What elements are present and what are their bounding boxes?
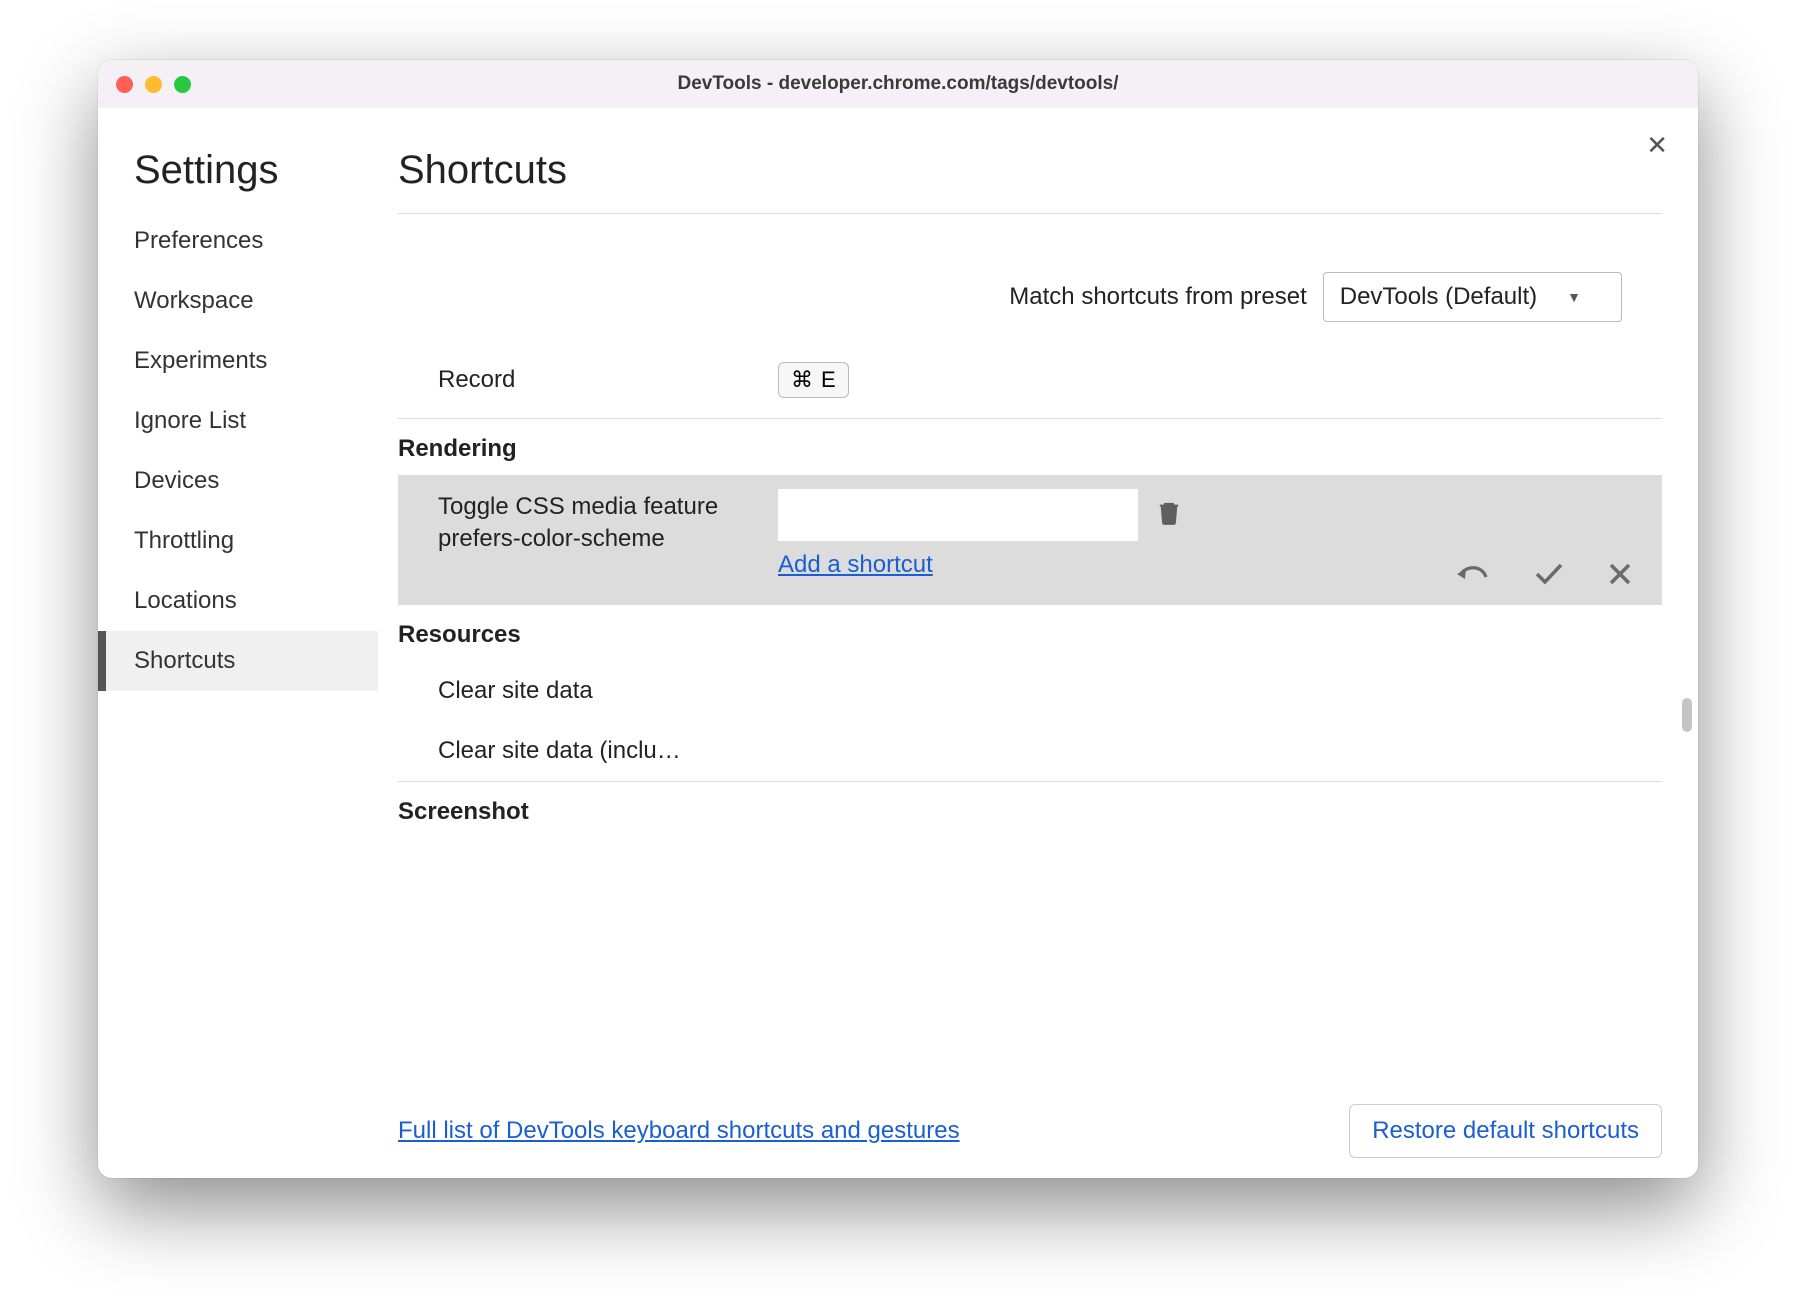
shortcut-edit-row: Toggle CSS media feature prefers-color-s… bbox=[398, 475, 1662, 605]
preset-row: Match shortcuts from preset DevTools (De… bbox=[398, 214, 1662, 362]
shortcut-key: E bbox=[821, 367, 836, 393]
sidebar-item-ignore-list[interactable]: Ignore List bbox=[98, 391, 378, 451]
shortcut-input-area: Add a shortcut bbox=[778, 489, 1138, 579]
check-icon bbox=[1534, 562, 1564, 586]
sidebar-item-devices[interactable]: Devices bbox=[98, 451, 378, 511]
shortcut-input[interactable] bbox=[778, 489, 1138, 541]
preset-select[interactable]: DevTools (Default) ▼ bbox=[1323, 272, 1622, 322]
sidebar-item-experiments[interactable]: Experiments bbox=[98, 331, 378, 391]
settings-sidebar: Settings Preferences Workspace Experimen… bbox=[98, 108, 378, 1178]
preset-value: DevTools (Default) bbox=[1340, 283, 1537, 311]
confirm-button[interactable] bbox=[1534, 562, 1564, 586]
undo-button[interactable] bbox=[1456, 561, 1490, 587]
scrollbar-thumb[interactable] bbox=[1682, 698, 1692, 732]
sidebar-item-shortcuts[interactable]: Shortcuts bbox=[98, 631, 378, 691]
chevron-down-icon: ▼ bbox=[1567, 289, 1581, 305]
close-icon bbox=[1608, 562, 1632, 586]
record-row: Record ⌘ E bbox=[398, 362, 1662, 419]
settings-heading: Settings bbox=[98, 148, 378, 211]
preset-label: Match shortcuts from preset bbox=[1009, 283, 1306, 311]
undo-icon bbox=[1456, 561, 1490, 587]
shortcut-action-label: Toggle CSS media feature prefers-color-s… bbox=[438, 489, 778, 556]
cancel-button[interactable] bbox=[1608, 562, 1632, 586]
trash-icon bbox=[1158, 499, 1180, 525]
titlebar: DevTools - developer.chrome.com/tags/dev… bbox=[98, 60, 1698, 108]
window-zoom-button[interactable] bbox=[174, 76, 191, 93]
edit-row-actions bbox=[1456, 561, 1632, 587]
page-title: Shortcuts bbox=[398, 148, 1662, 214]
shortcut-modifier: ⌘ bbox=[791, 367, 813, 393]
traffic-lights bbox=[116, 76, 191, 93]
settings-main: Shortcuts Match shortcuts from preset De… bbox=[378, 108, 1698, 1178]
devtools-window: DevTools - developer.chrome.com/tags/dev… bbox=[98, 60, 1698, 1178]
app-body: ✕ Settings Preferences Workspace Experim… bbox=[98, 108, 1698, 1178]
restore-defaults-button[interactable]: Restore default shortcuts bbox=[1349, 1104, 1662, 1158]
window-minimize-button[interactable] bbox=[145, 76, 162, 93]
sidebar-item-locations[interactable]: Locations bbox=[98, 571, 378, 631]
section-resources-title: Resources bbox=[398, 605, 1662, 661]
sidebar-item-preferences[interactable]: Preferences bbox=[98, 211, 378, 271]
record-label: Record bbox=[438, 366, 778, 394]
add-shortcut-link[interactable]: Add a shortcut bbox=[778, 551, 933, 579]
section-screenshot-title: Screenshot bbox=[398, 782, 1662, 838]
full-shortcuts-link[interactable]: Full list of DevTools keyboard shortcuts… bbox=[398, 1117, 960, 1145]
window-title: DevTools - developer.chrome.com/tags/dev… bbox=[98, 73, 1698, 95]
sidebar-item-workspace[interactable]: Workspace bbox=[98, 271, 378, 331]
resource-item-clear-site-data[interactable]: Clear site data bbox=[398, 661, 1662, 721]
sidebar-item-throttling[interactable]: Throttling bbox=[98, 511, 378, 571]
footer: Full list of DevTools keyboard shortcuts… bbox=[398, 1104, 1662, 1158]
delete-shortcut-button[interactable] bbox=[1158, 499, 1180, 525]
window-close-button[interactable] bbox=[116, 76, 133, 93]
section-rendering-title: Rendering bbox=[398, 419, 1662, 475]
resource-item-clear-site-data-including[interactable]: Clear site data (inclu… bbox=[398, 721, 1662, 781]
record-shortcut[interactable]: ⌘ E bbox=[778, 362, 849, 398]
